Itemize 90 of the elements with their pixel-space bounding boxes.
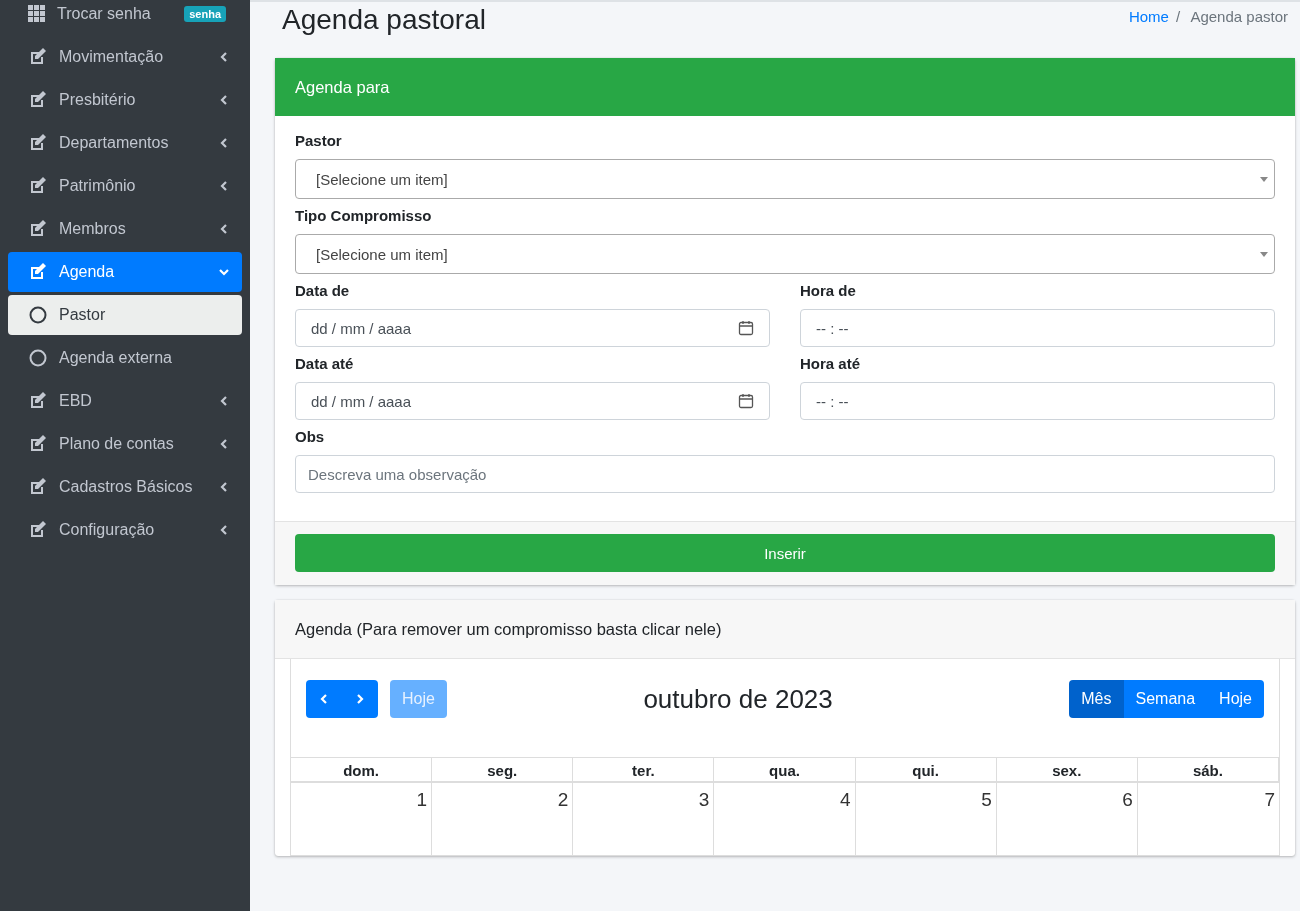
- sidebar-item[interactable]: Agenda: [8, 252, 242, 292]
- chevron-down-icon: [218, 266, 230, 278]
- page-title: Agenda pastoral: [282, 4, 486, 36]
- dropdown-arrow-icon: [1260, 176, 1268, 182]
- select-field[interactable]: [Selecione um item]: [295, 159, 1275, 199]
- sidebar-item[interactable]: Cadastros Básicos: [8, 467, 242, 507]
- day-cell[interactable]: 4: [714, 783, 856, 855]
- sidebar-item[interactable]: EBD: [8, 381, 242, 421]
- day-cell[interactable]: 5: [855, 783, 997, 855]
- view-button[interactable]: Semana: [1123, 680, 1208, 718]
- field-label: Tipo Compromisso: [295, 207, 433, 224]
- breadcrumb-link[interactable]: Home: [1128, 8, 1169, 25]
- grid-icon: [28, 5, 46, 23]
- day-number: 6: [1122, 789, 1133, 810]
- chevron-left-icon: [218, 51, 230, 63]
- chevron-left-icon: [318, 693, 330, 705]
- breadcrumb-current: Agenda pastor: [1190, 8, 1288, 25]
- time-field[interactable]: -- : --: [800, 382, 1275, 420]
- circle-icon: [28, 348, 48, 368]
- day-cell[interactable]: 7: [1137, 783, 1279, 855]
- weekday-header: qui.: [855, 758, 997, 783]
- weekday-header: seg.: [432, 758, 574, 783]
- day-cell[interactable]: 3: [573, 783, 715, 855]
- edit-icon: [28, 47, 48, 67]
- previous-button[interactable]: [306, 680, 342, 718]
- sidebar-item[interactable]: Departamentos: [8, 123, 242, 163]
- sidebar-item[interactable]: Presbitério: [8, 80, 242, 120]
- calendar-title: outubro de 2023: [643, 683, 833, 715]
- chevron-left-icon: [218, 438, 230, 450]
- day-cell[interactable]: 6: [996, 783, 1138, 855]
- day-number: 5: [981, 789, 992, 810]
- sidebar-item[interactable]: Plano de contas: [8, 424, 242, 464]
- edit-icon: [28, 176, 48, 196]
- breadcrumb-separator: /: [1175, 8, 1181, 25]
- weekday-header: dom.: [291, 758, 433, 783]
- badge: senha: [184, 6, 226, 22]
- weekday-header: qua.: [714, 758, 856, 783]
- weekday-header: sáb.: [1137, 758, 1279, 783]
- sidebar-item[interactable]: Movimentação: [8, 37, 242, 77]
- chevron-left-icon: [218, 524, 230, 536]
- day-cell[interactable]: 1: [291, 783, 433, 855]
- day-number: 3: [698, 789, 710, 810]
- circle-icon: [28, 305, 48, 325]
- chevron-left-icon: [218, 137, 230, 149]
- date-field[interactable]: dd / mm / aaaa: [295, 309, 770, 347]
- edit-icon: [28, 262, 48, 282]
- time-field[interactable]: -- : --: [800, 309, 1275, 347]
- edit-icon: [28, 477, 48, 497]
- card-title: Agenda (Para remover um compromisso basta clicar nele): [295, 619, 722, 639]
- sidebar-item[interactable]: Membros: [8, 209, 242, 249]
- view-button[interactable]: Mês: [1069, 680, 1124, 718]
- edit-icon: [28, 133, 48, 153]
- sidebar-item[interactable]: Trocar senha senha: [8, 0, 242, 34]
- day-cell[interactable]: 2: [432, 783, 574, 855]
- day-number: 7: [1264, 789, 1275, 810]
- day-number: 4: [840, 789, 851, 810]
- view-button[interactable]: Hoje: [1207, 680, 1264, 718]
- field-label: Hora até: [800, 355, 862, 372]
- select-field[interactable]: [Selecione um item]: [295, 234, 1275, 274]
- calendar-icon: [738, 320, 754, 336]
- chevron-left-icon: [218, 223, 230, 235]
- field-label: Data de: [295, 282, 351, 299]
- calendar-icon: [738, 393, 754, 409]
- edit-icon: [28, 391, 48, 411]
- edit-icon: [28, 520, 48, 540]
- sidebar-subitem[interactable]: Pastor: [8, 295, 242, 335]
- edit-icon: [28, 434, 48, 454]
- date-field[interactable]: dd / mm / aaaa: [295, 382, 770, 420]
- field-label: Hora de: [800, 282, 857, 299]
- text-field[interactable]: Descreva uma observação: [295, 455, 1275, 493]
- sidebar-item[interactable]: Patrimônio: [8, 166, 242, 206]
- edit-icon: [28, 219, 48, 239]
- chevron-left-icon: [218, 481, 230, 493]
- sidebar-item[interactable]: Configuração: [8, 510, 242, 550]
- card-title: Agenda para: [295, 77, 390, 97]
- dropdown-arrow-icon: [1260, 251, 1268, 257]
- field-label: Obs: [295, 428, 326, 445]
- next-button[interactable]: [342, 680, 378, 718]
- chevron-left-icon: [218, 94, 230, 106]
- edit-icon: [28, 90, 48, 110]
- day-number: 1: [416, 789, 428, 810]
- weekday-header: ter.: [573, 758, 715, 783]
- chevron-left-icon: [218, 180, 230, 192]
- sidebar-subitem[interactable]: Agenda externa: [8, 338, 242, 378]
- day-number: 2: [557, 789, 569, 810]
- weekday-header: sex.: [996, 758, 1138, 783]
- field-label: Pastor: [295, 132, 343, 149]
- chevron-right-icon: [354, 693, 366, 705]
- chevron-left-icon: [218, 395, 230, 407]
- field-label: Data até: [295, 355, 355, 372]
